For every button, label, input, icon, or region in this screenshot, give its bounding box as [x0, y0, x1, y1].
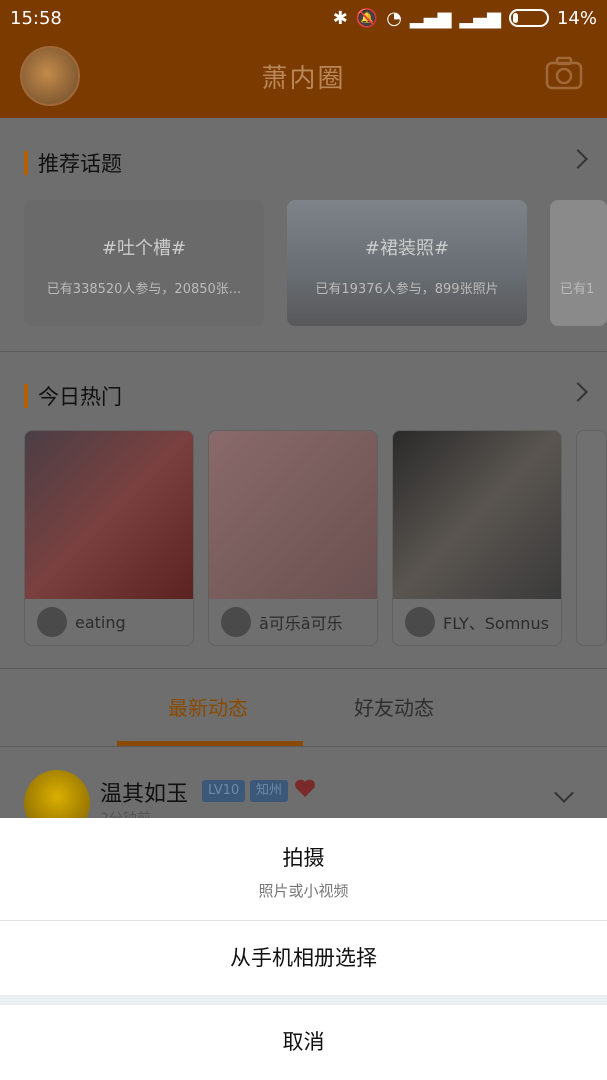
battery-percent: 14% [556, 7, 597, 29]
recommended-title: 推荐话题 [38, 152, 122, 176]
topic-subtitle: 已有1 [560, 282, 595, 297]
divider [0, 351, 607, 352]
recommended-header: 推荐话题 [24, 148, 122, 178]
topic-subtitle: 已有19376人参与，899张照片 [315, 282, 499, 297]
camera-icon[interactable] [545, 56, 583, 90]
mute-icon: 🔕 [355, 7, 379, 29]
avatar [37, 607, 67, 637]
chevron-right-icon[interactable] [568, 149, 588, 169]
capture-label: 拍摄 [282, 846, 325, 870]
hot-photo [393, 431, 561, 599]
hot-photo [209, 431, 377, 599]
level-badge: LV10 [202, 780, 246, 802]
divider [0, 746, 607, 747]
hot-title: 今日热门 [38, 385, 122, 409]
chevron-down-icon[interactable] [554, 783, 574, 803]
chevron-right-icon[interactable] [568, 382, 588, 402]
feed-tabs: 最新动态 好友动态 [0, 670, 607, 746]
hot-card[interactable] [576, 430, 607, 646]
hot-user: ā可乐ā可乐 [209, 599, 377, 645]
hot-photo [25, 431, 193, 599]
bluetooth-icon: ✱ [332, 7, 348, 29]
choose-from-album-button[interactable]: 从手机相册选择 [0, 921, 607, 995]
avatar [221, 607, 251, 637]
capture-sublabel: 照片或小视频 [258, 882, 349, 900]
topic-title: #裙装照# [364, 238, 450, 259]
hot-card[interactable]: FLY、Somnus [392, 430, 562, 646]
topic-card[interactable]: 已有1 [550, 200, 607, 326]
signal-icon-2: ▂▄▆ [459, 7, 501, 29]
wifi-icon: ◔ [386, 7, 402, 29]
hot-username: ā可乐ā可乐 [259, 614, 343, 633]
heart-icon [295, 779, 315, 797]
tab-friends[interactable]: 好友动态 [354, 692, 434, 721]
topic-card[interactable]: #裙装照# 已有19376人参与，899张照片 [287, 200, 527, 326]
signal-icon: ▂▄▆ [409, 7, 452, 29]
dimmed-content: 推荐话题 #吐个槽# 已有338520人参与，20850张... #裙装照# 已… [0, 118, 607, 836]
hot-user: eating [25, 599, 193, 645]
action-sheet: 拍摄 照片或小视频 从手机相册选择 取消 [0, 818, 607, 1080]
topic-title: #吐个槽# [101, 238, 187, 259]
location-badge: 知州 [250, 780, 289, 802]
hot-photo [577, 431, 606, 599]
topic-card[interactable]: #吐个槽# 已有338520人参与，20850张... [24, 200, 264, 326]
status-bar: 15:58 ✱ 🔕 ◔ ▂▄▆ ▂▄▆ 14% [0, 0, 607, 36]
status-icons: ✱ 🔕 ◔ ▂▄▆ ▂▄▆ 14% [333, 8, 597, 29]
hot-header: 今日热门 [24, 381, 122, 411]
section-marker [24, 384, 28, 408]
cancel-button[interactable]: 取消 [0, 1005, 607, 1080]
feed-username[interactable]: 温其如玉 [100, 776, 188, 808]
battery-icon [508, 9, 549, 27]
topic-subtitle: 已有338520人参与，20850张... [46, 282, 242, 297]
tab-latest[interactable]: 最新动态 [168, 692, 248, 721]
hot-username: eating [75, 612, 126, 632]
hot-card[interactable]: ā可乐ā可乐 [208, 430, 378, 646]
status-time: 15:58 [10, 7, 62, 29]
hot-card[interactable]: eating [24, 430, 194, 646]
capture-button[interactable]: 拍摄 照片或小视频 [0, 818, 607, 920]
hot-user: FLY、Somnus [393, 599, 561, 645]
page-title: 萧内圈 [261, 64, 346, 94]
app-header: 萧内圈 [0, 36, 607, 118]
divider [0, 668, 607, 669]
section-marker [24, 151, 28, 175]
sheet-gap [0, 995, 607, 1005]
avatar [405, 607, 435, 637]
hot-username: FLY、Somnus [443, 614, 549, 633]
